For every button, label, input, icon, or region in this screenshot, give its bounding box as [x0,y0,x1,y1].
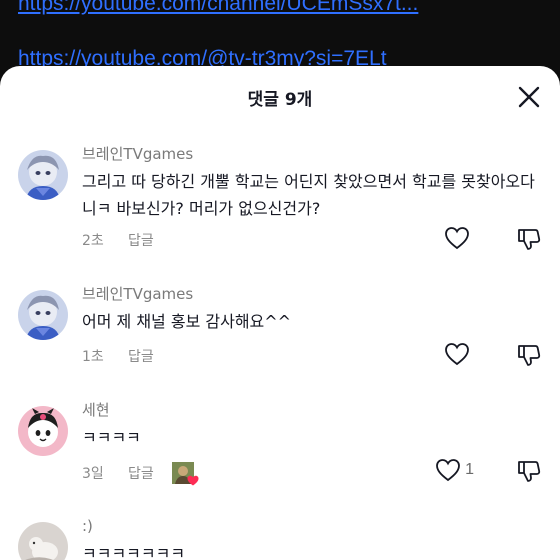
dislike-button[interactable] [516,342,542,372]
comments-sheet: 댓글 9개 브레인TVgames 그리고 따 당하긴 개뿔 학교는 어딘지 찾았… [0,66,560,560]
heart-icon [436,459,460,482]
like-count: 1 [465,461,474,478]
reply-button[interactable]: 답글 [128,463,154,483]
reply-button[interactable]: 답글 [128,230,154,250]
comment-text: 그리고 따 당하긴 개뿔 학교는 어딘지 찾았으면서 학교를 못찾아오다니ㅋ 바… [82,172,535,218]
comments-header: 댓글 9개 [0,66,560,128]
comment-username[interactable]: 브레인TVgames [82,284,542,304]
like-button[interactable]: 1 [435,458,474,482]
comment-time: 2초 [82,233,104,249]
like-button[interactable] [444,342,474,366]
comment-username[interactable]: 브레인TVgames [82,144,542,164]
comment-username[interactable]: 세현 [82,400,542,420]
dislike-button[interactable] [516,226,542,256]
comment-text: ㅋㅋㅋㅋㅋㅋㅋ [82,544,186,560]
thumbs-down-icon [518,345,541,366]
close-button[interactable] [516,84,542,110]
close-icon [518,86,540,108]
comments-count-title: 댓글 9개 [247,89,313,110]
avatar[interactable] [18,406,68,456]
dislike-button[interactable] [516,458,542,488]
creator-liked-badge [171,462,199,486]
thumbs-down-icon [518,461,541,482]
comment-text: 어머 제 채널 홍보 감사해요^^ [82,312,292,331]
comment-meta: 2초 답글 [82,230,154,250]
like-button[interactable] [444,226,474,250]
avatar[interactable] [18,150,68,200]
avatar[interactable] [18,522,68,560]
heart-icon [445,343,469,366]
comment-text: ㅋㅋㅋㅋ [82,428,141,447]
comment-time: 3일 [82,466,104,482]
avatar[interactable] [18,290,68,340]
reply-button[interactable]: 답글 [128,346,154,366]
comment-time: 1초 [82,349,104,365]
comment-username[interactable]: :) [82,516,542,536]
heart-badge-icon [187,475,199,486]
comment-meta: 1초 답글 [82,346,154,366]
heart-icon [445,227,469,250]
channel-link-1[interactable]: https://youtube.com/channel/UCEmSsx7t... [18,0,418,16]
thumbs-down-icon [518,229,541,250]
comment-meta: 3일 답글 [82,462,199,486]
